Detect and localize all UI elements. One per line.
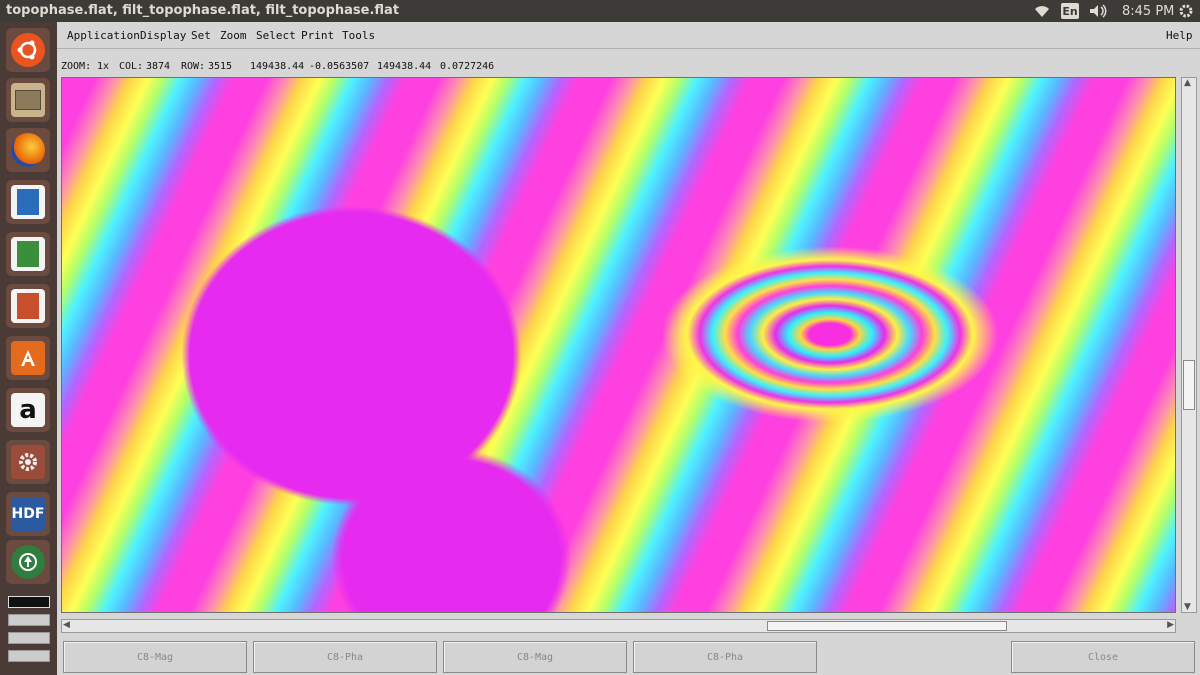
c8-mag-button-1[interactable]: C8-Mag [63, 641, 247, 673]
scroll-left-icon[interactable]: ◀ [63, 620, 70, 630]
horizontal-scrollbar-thumb[interactable] [767, 621, 1007, 631]
vertical-scrollbar-thumb[interactable] [1183, 360, 1195, 410]
clock[interactable]: 8:45 PM [1122, 2, 1174, 20]
zoom-label: ZOOM: [61, 61, 92, 72]
value-4: 0.0727246 [440, 61, 495, 72]
menu-print[interactable]: Print [301, 29, 334, 42]
menubar: Application Display Set Zoom Select Prin… [57, 22, 1200, 49]
hdf-icon[interactable]: HDF [6, 492, 50, 536]
scroll-up-icon[interactable]: ▲ [1184, 78, 1191, 88]
value-2: -0.0563507 [309, 61, 370, 72]
software-updater-icon[interactable] [6, 540, 50, 584]
window-title: topophase.flat, filt_topophase.flat, fil… [6, 3, 400, 18]
menu-application[interactable]: Application [67, 29, 140, 42]
menu-help[interactable]: Help [1166, 29, 1193, 42]
col-label: COL: [119, 61, 144, 72]
scroll-right-icon[interactable]: ▶ [1167, 620, 1174, 630]
amazon-icon[interactable]: a [6, 388, 50, 432]
keyboard-language-indicator[interactable]: En [1061, 3, 1079, 19]
workspace-switcher-icon[interactable] [6, 594, 50, 670]
c8-pha-button-1[interactable]: C8-Pha [253, 641, 437, 673]
wifi-icon[interactable] [1034, 2, 1050, 20]
value-1: 149438.44 [250, 61, 305, 72]
top-panel: topophase.flat, filt_topophase.flat, fil… [0, 0, 1200, 22]
menu-set[interactable]: Set [191, 29, 211, 42]
app-window: Application Display Set Zoom Select Prin… [57, 22, 1200, 675]
row-label: ROW: [181, 61, 206, 72]
menu-select[interactable]: Select [256, 29, 296, 42]
gear-icon[interactable] [1178, 2, 1194, 20]
files-icon[interactable] [6, 78, 50, 122]
menu-zoom[interactable]: Zoom [220, 29, 247, 42]
vertical-scrollbar[interactable]: ▲ ▼ [1181, 77, 1197, 613]
calc-icon[interactable] [6, 232, 50, 276]
menu-tools[interactable]: Tools [342, 29, 375, 42]
impress-icon[interactable] [6, 284, 50, 328]
writer-icon[interactable] [6, 180, 50, 224]
firefox-icon[interactable] [6, 128, 50, 172]
software-center-icon[interactable] [6, 336, 50, 380]
cursor-info-bar: ZOOM: 1x COL: 3874 ROW: 3515 149438.44 -… [57, 56, 1200, 76]
c8-pha-button-2[interactable]: C8-Pha [633, 641, 817, 673]
value-3: 149438.44 [377, 61, 432, 72]
system-settings-icon[interactable] [6, 440, 50, 484]
volume-icon[interactable] [1089, 2, 1107, 20]
horizontal-scrollbar[interactable]: ◀ ▶ [61, 619, 1176, 633]
c8-mag-button-2[interactable]: C8-Mag [443, 641, 627, 673]
zoom-value: 1x [97, 61, 110, 72]
menu-display[interactable]: Display [140, 29, 186, 42]
ubuntu-icon[interactable] [6, 28, 50, 72]
col-value: 3874 [146, 61, 171, 72]
scroll-down-icon[interactable]: ▼ [1184, 602, 1191, 612]
close-button[interactable]: Close [1011, 641, 1195, 673]
row-value: 3515 [208, 61, 233, 72]
launcher: a HDF [0, 22, 57, 675]
interferogram-image[interactable] [61, 77, 1176, 613]
